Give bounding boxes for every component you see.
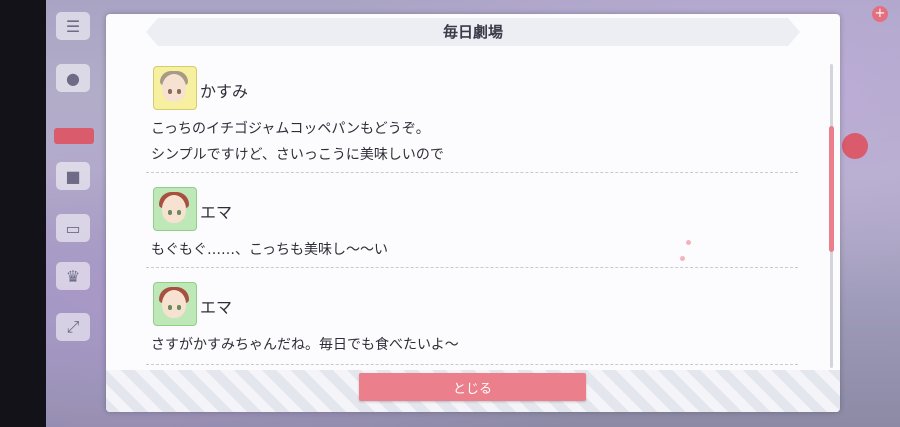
monitor-button[interactable]: ▭: [56, 214, 90, 242]
sparkle-decoration: [680, 256, 685, 261]
dialog-title: 毎日劇場: [442, 23, 503, 41]
conversation-list[interactable]: かすみ こっちのイチゴジャムコッペパンもどうぞ。 シンプルですけど、さいっこうに…: [146, 62, 798, 370]
dialogue-line: もぐもぐ……、こっちも美味し～～い: [151, 242, 389, 258]
left-side-menu: ☰ ● ■ ▭ ♛ ⤢: [52, 0, 96, 427]
event-badge[interactable]: [54, 128, 94, 144]
gift-button[interactable]: ■: [56, 162, 90, 190]
monitor-icon: ▭: [65, 218, 81, 238]
daily-theater-dialog: 毎日劇場 かすみ こっちのイチゴジャムコッペパンもどうぞ。 シンプルですけど、さ…: [106, 14, 840, 412]
chat-icon: ●: [66, 68, 80, 88]
chat-button[interactable]: ●: [56, 64, 90, 92]
speaker-name: かすみ: [200, 82, 249, 101]
speaker-name: エマ: [200, 203, 233, 222]
close-button[interactable]: とじる: [359, 373, 586, 401]
avatar: [153, 187, 197, 231]
expand-icon: ⤢: [66, 317, 80, 336]
avatar: [153, 66, 197, 110]
alert-button[interactable]: [842, 133, 868, 159]
gift-icon: ■: [65, 166, 81, 186]
avatar: [153, 282, 197, 326]
plus-icon[interactable]: +: [872, 6, 888, 22]
menu-icon: ☰: [65, 16, 81, 36]
crown-icon: ♛: [65, 266, 81, 286]
dialogue-line: こっちのイチゴジャムコッペパンもどうぞ。: [151, 121, 430, 137]
list-item: エマ もぐもぐ……、こっちも美味し～～い: [146, 173, 798, 268]
crown-button[interactable]: ♛: [56, 262, 90, 290]
list-item: エマ さすがかすみちゃんだね。毎日でも食べたいよ～: [146, 268, 798, 365]
dialogue-line: シンプルですけど、さいっこうに美味しいので: [151, 147, 444, 163]
menu-button[interactable]: ☰: [56, 12, 90, 40]
dialogue-line: さすがかすみちゃんだね。毎日でも食べたいよ～: [151, 337, 459, 353]
list-item: かすみ こっちのイチゴジャムコッペパンもどうぞ。 シンプルですけど、さいっこうに…: [146, 62, 798, 173]
expand-button[interactable]: ⤢: [56, 313, 90, 341]
scrollbar-thumb[interactable]: [829, 126, 834, 252]
device-bezel: [0, 0, 46, 427]
sparkle-decoration: [686, 240, 691, 245]
speaker-name: エマ: [200, 298, 233, 317]
